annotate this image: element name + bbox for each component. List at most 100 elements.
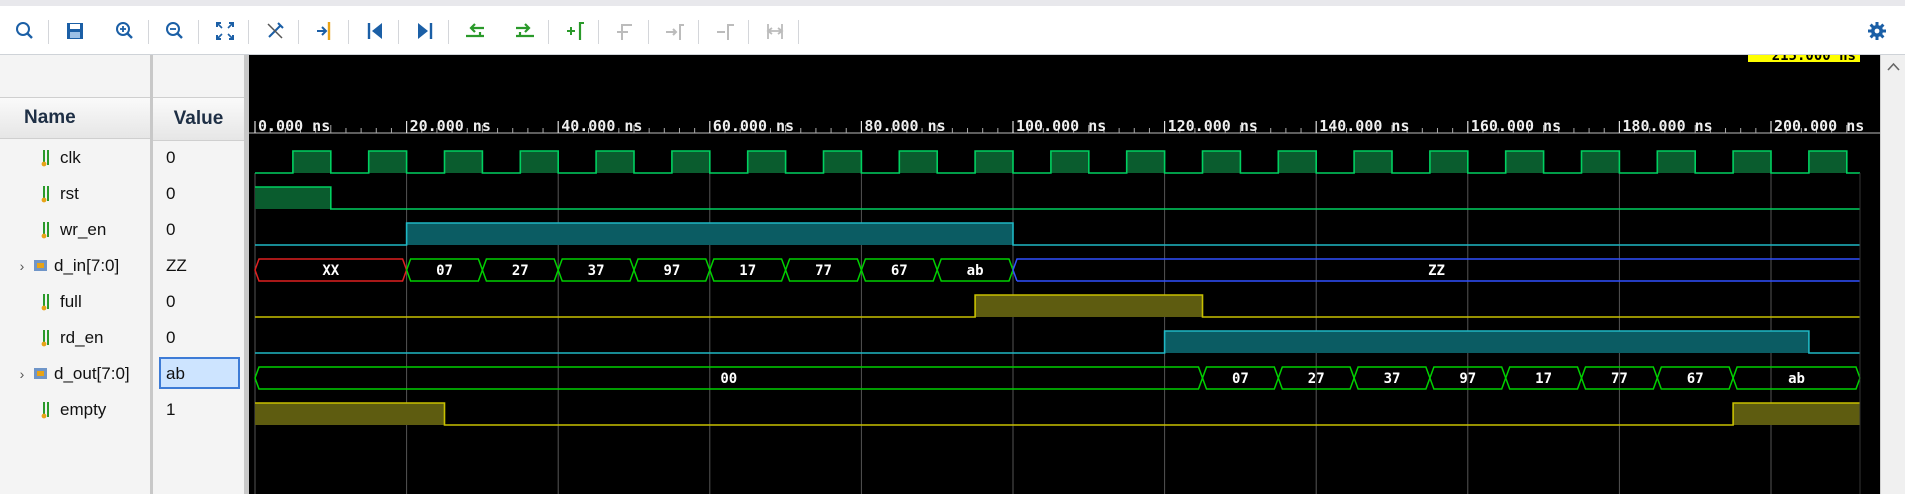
- signal-clk-high: [899, 151, 938, 173]
- gear-icon: [1868, 22, 1886, 40]
- cursor-snap-button[interactable]: [258, 14, 292, 48]
- signal-empty-high: [1733, 403, 1860, 425]
- swap-cursors-button[interactable]: [708, 14, 742, 48]
- go-to-end-button[interactable]: [408, 14, 442, 48]
- toolbar-separator: [648, 20, 649, 44]
- time-tick-label: 120.000 ns: [1168, 117, 1258, 135]
- toolbar-separator: [598, 20, 599, 44]
- toolbar-separator: [748, 20, 749, 44]
- signal-name: d_out[7:0]: [54, 364, 130, 383]
- expand-chevron-icon[interactable]: ›: [12, 366, 32, 382]
- bus-signal-icon: [34, 368, 47, 379]
- expand-chevron-icon[interactable]: ›: [12, 258, 32, 274]
- bit-signal-icon: [41, 150, 49, 167]
- go-to-start-button[interactable]: [358, 14, 392, 48]
- signal-row-full[interactable]: full: [0, 284, 150, 320]
- signal-rst-high: [255, 187, 331, 209]
- next-transition-icon: [516, 23, 534, 38]
- next-marker-button[interactable]: [658, 14, 692, 48]
- bit-signal-icon: [41, 330, 49, 347]
- toolbar-separator: [798, 20, 799, 44]
- bit-signal-icon: [41, 402, 49, 419]
- bus-segment-label: 27: [512, 263, 529, 279]
- previous-marker-button[interactable]: [608, 14, 642, 48]
- toolbar-separator: [548, 20, 549, 44]
- toolbar-separator: [198, 20, 199, 44]
- time-tick-label: 200.000 ns: [1774, 117, 1864, 135]
- signal-clk-high: [975, 151, 1013, 173]
- add-marker-button[interactable]: [558, 14, 592, 48]
- zoom-out-button[interactable]: [158, 14, 192, 48]
- bit-signal-icon: [41, 222, 49, 239]
- time-tick-label: 140.000 ns: [1319, 117, 1409, 135]
- bus-segment-label: 37: [588, 263, 605, 279]
- save-button[interactable]: [58, 14, 92, 48]
- time-tick-label: 180.000 ns: [1622, 117, 1712, 135]
- signal-row-clk[interactable]: clk: [0, 140, 150, 176]
- signal-row-wr-en[interactable]: wr_en: [0, 212, 150, 248]
- signal-clk-high: [1657, 151, 1696, 173]
- signal-clk-high: [1126, 151, 1165, 173]
- signal-name: d_in[7:0]: [54, 256, 120, 275]
- previous-transition-button[interactable]: [458, 14, 492, 48]
- signal-row-empty[interactable]: empty: [0, 392, 150, 428]
- signal-clk-high: [1202, 151, 1241, 173]
- toolbar: [0, 6, 1905, 55]
- settings-button[interactable]: [1860, 14, 1894, 48]
- time-tick-label: 40.000 ns: [561, 117, 642, 135]
- signal-row-d-out-7-0-[interactable]: › d_out[7:0]: [0, 356, 150, 392]
- toolbar-separator: [448, 20, 449, 44]
- bus-segment-label: ZZ: [1428, 263, 1445, 279]
- time-tick-label: 100.000 ns: [1016, 117, 1106, 135]
- signal-clk-high: [1733, 151, 1771, 173]
- signal-clk-high: [368, 151, 407, 173]
- scroll-up-icon[interactable]: [1881, 55, 1905, 79]
- signal-name: clk: [60, 148, 81, 167]
- signal-clk-high: [596, 151, 634, 173]
- go-to-end-icon: [418, 23, 433, 39]
- signal-row-d-in-7-0-[interactable]: › d_in[7:0]: [0, 248, 150, 284]
- bit-signal-icon: [41, 294, 49, 311]
- zoom-fit-button[interactable]: [208, 14, 242, 48]
- signal-clk-high: [1354, 151, 1392, 173]
- toolbar-separator: [148, 20, 149, 44]
- signal-rd_en-high: [1164, 331, 1809, 353]
- fix-cursor-icon: [766, 24, 784, 39]
- time-tick-label: 60.000 ns: [713, 117, 794, 135]
- signal-clk-high: [747, 151, 786, 173]
- go-to-cursor-button[interactable]: [308, 14, 342, 48]
- signal-row-rd-en[interactable]: rd_en: [0, 320, 150, 356]
- search-button[interactable]: [8, 14, 42, 48]
- toolbar-separator: [298, 20, 299, 44]
- signal-name-panel: Name clk rst wr_en › d_in[7:0]full rd_en › d_ou…: [0, 55, 150, 494]
- signal-clk-high: [671, 151, 710, 173]
- bus-segment-label: 07: [436, 263, 453, 279]
- fix-cursor-button[interactable]: [758, 14, 792, 48]
- toolbar-separator: [698, 20, 699, 44]
- previous-marker-icon: [617, 24, 632, 40]
- name-column-header[interactable]: Name: [0, 97, 150, 139]
- signal-name: empty: [60, 400, 107, 419]
- bus-segment-label: 67: [1687, 371, 1704, 387]
- toolbar-separator: [348, 20, 349, 44]
- bus-segment-label: 67: [891, 263, 908, 279]
- bus-segment-label: 17: [1535, 371, 1552, 387]
- signal-empty-high: [255, 403, 445, 425]
- time-tick-label: 0.000 ns: [258, 117, 330, 135]
- waveform-canvas[interactable]: 0.000 ns 20.000 ns 40.000 ns 60.000 ns 80.00…: [249, 55, 1880, 494]
- bus-segment-label: 17: [739, 263, 756, 279]
- signal-full-high: [975, 295, 1203, 317]
- next-transition-button[interactable]: [508, 14, 542, 48]
- bus-segment-label: 77: [1611, 371, 1628, 387]
- vertical-scrollbar[interactable]: [1880, 55, 1905, 494]
- zoom-fit-icon: [216, 22, 234, 40]
- zoom-in-button[interactable]: [108, 14, 142, 48]
- value-column-header[interactable]: Value: [153, 97, 244, 141]
- time-tick-label: 80.000 ns: [864, 117, 945, 135]
- signal-name: rst: [60, 184, 79, 203]
- signal-row-rst[interactable]: rst: [0, 176, 150, 212]
- signal-value: ab: [166, 364, 185, 383]
- search-icon: [16, 22, 33, 39]
- go-to-start-icon: [367, 23, 382, 39]
- signal-clk-high: [1581, 151, 1620, 173]
